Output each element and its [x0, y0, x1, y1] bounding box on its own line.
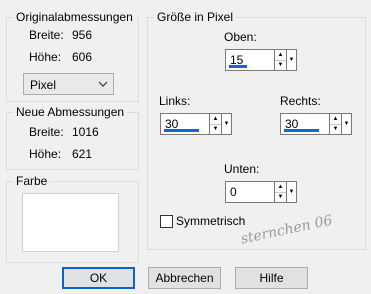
new-width-label: Breite:: [29, 125, 64, 139]
bottom-label: Unten:: [224, 162, 260, 176]
help-button[interactable]: Hilfe: [235, 267, 308, 289]
arrow-down-icon[interactable]: ▼: [275, 59, 286, 71]
cancel-button[interactable]: Abbrechen: [148, 267, 221, 289]
bottom-spinner[interactable]: 0 ▲ ▼ ▼: [225, 181, 297, 203]
dropdown-arrow-icon[interactable]: ▼: [342, 113, 352, 135]
original-height-value: 606: [72, 50, 93, 64]
symmetric-checkbox[interactable]: [160, 215, 173, 228]
bottom-input[interactable]: 0: [225, 181, 275, 203]
right-input[interactable]: 30: [280, 113, 330, 135]
new-height-label: Höhe:: [29, 147, 62, 161]
right-label: Rechts:: [280, 94, 321, 108]
original-width-value: 956: [72, 28, 93, 42]
left-spinner[interactable]: 30 ▲ ▼ ▼: [160, 113, 232, 135]
bottom-value: 0: [230, 185, 237, 199]
original-width-label: Breite:: [29, 28, 64, 42]
right-stepper[interactable]: ▲ ▼: [330, 113, 342, 135]
size-in-pixels-title: Größe in Pixel: [154, 10, 237, 24]
top-input[interactable]: 15: [225, 49, 275, 71]
left-stepper[interactable]: ▲ ▼: [210, 113, 222, 135]
arrow-down-icon[interactable]: ▼: [330, 123, 341, 135]
bottom-stepper[interactable]: ▲ ▼: [275, 181, 287, 203]
original-height-label: Höhe:: [29, 50, 62, 64]
color-title: Farbe: [13, 174, 51, 188]
top-stepper[interactable]: ▲ ▼: [275, 49, 287, 71]
arrow-up-icon[interactable]: ▲: [330, 114, 341, 124]
dropdown-arrow-icon[interactable]: ▼: [287, 49, 297, 71]
color-swatch[interactable]: [22, 193, 119, 252]
top-label: Oben:: [224, 30, 257, 44]
new-dimensions-title: Neue Abmessungen: [13, 105, 128, 119]
dropdown-arrow-icon[interactable]: ▼: [222, 113, 232, 135]
ok-button[interactable]: OK: [62, 267, 135, 289]
arrow-up-icon[interactable]: ▲: [210, 114, 221, 124]
arrow-up-icon[interactable]: ▲: [275, 182, 286, 192]
unit-select[interactable]: Pixel: [23, 73, 114, 95]
left-label: Links:: [159, 94, 191, 108]
chevron-down-icon: [98, 77, 108, 94]
unit-select-value: Pixel: [30, 78, 57, 92]
original-dimensions-title: Originalabmessungen: [13, 10, 136, 24]
left-input[interactable]: 30: [160, 113, 210, 135]
new-height-value: 621: [72, 147, 93, 161]
new-dimensions-group: Neue Abmessungen: [6, 105, 139, 170]
dropdown-arrow-icon[interactable]: ▼: [287, 181, 297, 203]
new-width-value: 1016: [72, 125, 99, 139]
arrow-down-icon[interactable]: ▼: [210, 123, 221, 135]
arrow-up-icon[interactable]: ▲: [275, 50, 286, 60]
arrow-down-icon[interactable]: ▼: [275, 191, 286, 203]
right-spinner[interactable]: 30 ▲ ▼ ▼: [280, 113, 352, 135]
symmetric-label[interactable]: Symmetrisch: [176, 214, 245, 228]
top-spinner[interactable]: 15 ▲ ▼ ▼: [225, 49, 297, 71]
